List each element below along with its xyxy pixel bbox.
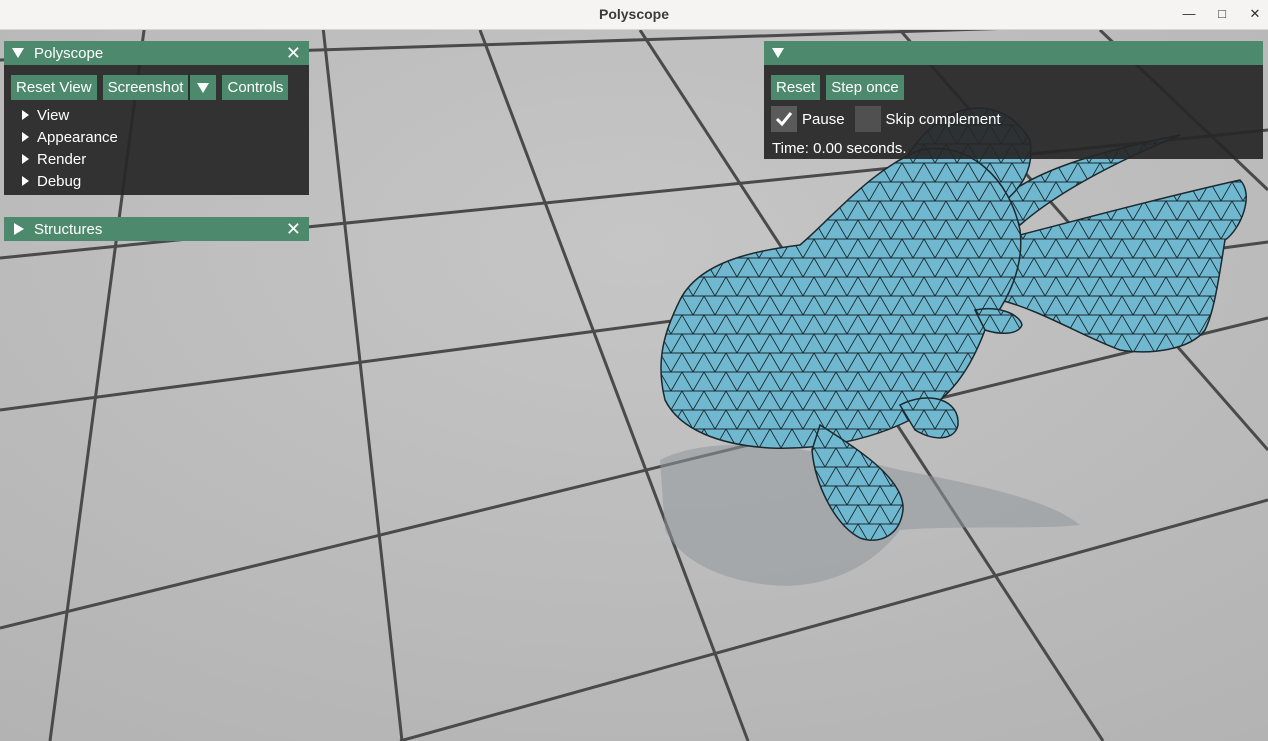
tree-item-label: Appearance bbox=[37, 128, 118, 146]
tree-item-label: Debug bbox=[37, 172, 82, 190]
skip-complement-label: Skip complement bbox=[885, 110, 1001, 128]
expand-icon[interactable] bbox=[14, 223, 24, 235]
close-icon[interactable]: ✕ bbox=[286, 43, 301, 63]
collapse-icon[interactable] bbox=[772, 48, 784, 58]
simulation-panel: Reset Step once Pause Skip complement Ti… bbox=[764, 41, 1263, 159]
pause-label: Pause bbox=[802, 110, 845, 128]
tree-item-render[interactable]: Render bbox=[22, 148, 309, 170]
chevron-down-icon bbox=[197, 82, 210, 93]
tree-item-label: View bbox=[37, 106, 70, 124]
tree-item-label: Render bbox=[37, 150, 87, 168]
minimize-button[interactable]: — bbox=[1176, 2, 1202, 26]
screenshot-button[interactable]: Screenshot bbox=[102, 75, 189, 100]
checkmark-icon bbox=[775, 112, 793, 127]
expand-icon bbox=[22, 132, 29, 142]
pause-checkbox[interactable] bbox=[771, 106, 797, 132]
maximize-button[interactable]: □ bbox=[1209, 2, 1235, 26]
close-icon[interactable]: ✕ bbox=[286, 219, 301, 239]
polyscope-panel-title: Polyscope bbox=[34, 44, 104, 62]
close-window-button[interactable]: ✕ bbox=[1242, 2, 1268, 26]
expand-icon bbox=[22, 176, 29, 186]
collapse-icon[interactable] bbox=[12, 48, 24, 58]
expand-icon bbox=[22, 154, 29, 164]
tree-item-appearance[interactable]: Appearance bbox=[22, 126, 309, 148]
structures-panel-header[interactable]: Structures ✕ bbox=[4, 217, 309, 241]
structures-panel: Structures ✕ bbox=[4, 217, 309, 241]
skip-complement-checkbox[interactable] bbox=[854, 106, 881, 132]
tree-item-debug[interactable]: Debug bbox=[22, 170, 309, 192]
settings-tree: View Appearance Render Debug bbox=[4, 100, 309, 192]
simulation-panel-header[interactable] bbox=[764, 41, 1263, 65]
step-once-button[interactable]: Step once bbox=[826, 75, 904, 100]
window-titlebar: Polyscope — □ ✕ bbox=[0, 0, 1268, 30]
expand-icon bbox=[22, 110, 29, 120]
polyscope-panel-header[interactable]: Polyscope ✕ bbox=[4, 41, 309, 65]
window-title: Polyscope bbox=[598, 6, 670, 22]
reset-view-button[interactable]: Reset View bbox=[11, 75, 97, 100]
tree-item-view[interactable]: View bbox=[22, 104, 309, 126]
reset-button[interactable]: Reset bbox=[771, 75, 821, 100]
simulation-time-text: Time: 0.00 seconds. bbox=[772, 140, 907, 157]
controls-button[interactable]: Controls bbox=[222, 75, 289, 100]
structures-panel-title: Structures bbox=[34, 220, 103, 238]
screenshot-options-button[interactable] bbox=[188, 75, 217, 100]
polyscope-panel: Polyscope ✕ Reset View Screenshot Contro… bbox=[4, 41, 309, 195]
